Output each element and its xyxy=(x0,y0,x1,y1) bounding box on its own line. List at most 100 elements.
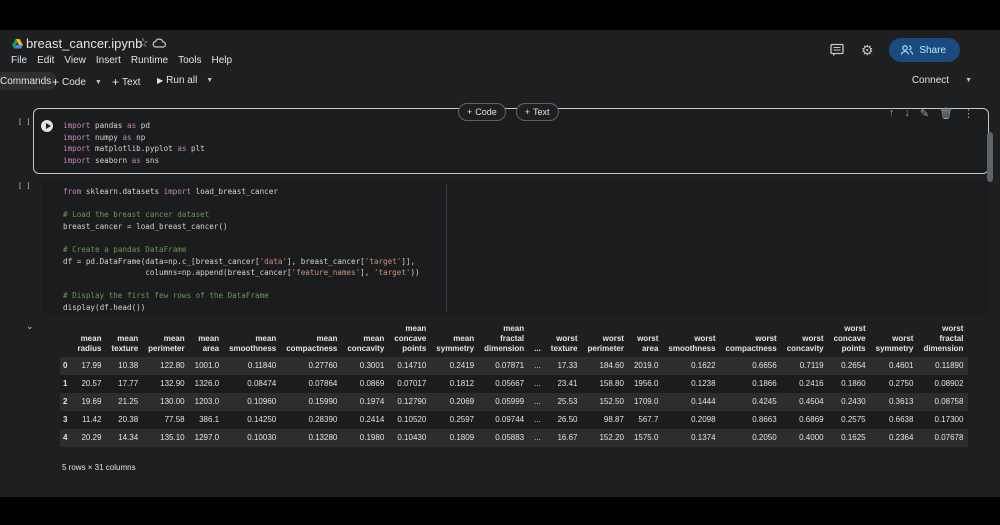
connect-button[interactable]: Connect ▼ xyxy=(912,75,972,86)
table-row: 4 20.29 14.34 135.10 1297.0 0.10030 0.13280 0.1… xyxy=(60,429,969,447)
chevron-down-icon[interactable]: ▼ xyxy=(206,77,213,84)
column-header: worst texture xyxy=(550,334,578,353)
table-cell: 0.1625 xyxy=(828,429,871,447)
add-text-button[interactable]: + Text xyxy=(112,75,140,89)
column-header: worst area xyxy=(637,334,659,353)
table-cell: 26.50 xyxy=(545,411,583,429)
column-header: worst smoothness xyxy=(668,334,716,353)
collapse-output-icon[interactable]: ⌄ xyxy=(26,321,34,332)
dataframe-output: mean radius mean texture mean perimeter mea… xyxy=(60,324,989,464)
column-header: mean concavity xyxy=(347,334,385,353)
table-cell: 0.2364 xyxy=(870,429,919,447)
table-body: 0 17.99 10.38 122.80 1001.0 0.11840 0.27760 0.3… xyxy=(60,357,969,447)
table-cell: 0.27760 xyxy=(281,357,343,375)
table-cell: 1001.0 xyxy=(189,357,225,375)
insert-code-label: Code xyxy=(475,107,497,117)
run-all-button[interactable]: ▶ Run all ▼ xyxy=(157,75,213,86)
cloud-icon[interactable] xyxy=(152,38,166,48)
editor-divider xyxy=(446,184,447,312)
menu-runtime[interactable]: Runtime xyxy=(131,55,168,66)
menu-help[interactable]: Help xyxy=(211,55,232,66)
row-index: 0 xyxy=(60,357,73,375)
table-cell: 10.38 xyxy=(106,357,144,375)
table-cell: 0.15990 xyxy=(281,393,343,411)
table-cell: 0.4601 xyxy=(870,357,919,375)
column-header: mean compactness xyxy=(286,334,338,353)
table-cell: 0.1980 xyxy=(342,429,390,447)
comment-icon[interactable] xyxy=(829,42,845,58)
column-header: mean symmetry xyxy=(436,334,475,353)
insert-text-button[interactable]: + Text xyxy=(515,103,559,121)
column-header: mean area xyxy=(198,334,220,353)
table-cell: 0.05999 xyxy=(479,393,530,411)
menu-edit[interactable]: Edit xyxy=(37,55,54,66)
table-cell: 1956.0 xyxy=(628,375,664,393)
notebook-title[interactable]: breast_cancer.ipynb xyxy=(26,36,142,51)
move-down-icon[interactable]: ↓ xyxy=(904,107,910,120)
table-cell: 0.3001 xyxy=(342,357,390,375)
table-cell: 1326.0 xyxy=(189,375,225,393)
table-cell: 0.11840 xyxy=(224,357,282,375)
table-cell: ... xyxy=(529,429,546,447)
menu-file[interactable]: File xyxy=(11,55,27,66)
edit-icon[interactable]: ✎ xyxy=(920,107,929,120)
settings-gear-icon[interactable]: ⚙ xyxy=(859,42,875,58)
table-cell: 0.08758 xyxy=(918,393,969,411)
table-cell: 0.1860 xyxy=(828,375,871,393)
table-cell: 0.10960 xyxy=(224,393,282,411)
chevron-down-icon[interactable]: ▼ xyxy=(95,79,102,86)
table-cell: 0.17300 xyxy=(918,411,969,429)
table-cell: 0.8663 xyxy=(720,411,782,429)
share-label: Share xyxy=(919,44,946,56)
table-cell: 0.6869 xyxy=(781,411,829,429)
play-icon: ▶ xyxy=(157,76,164,85)
commands-label: Commands xyxy=(0,75,52,87)
run-cell-button[interactable] xyxy=(41,120,53,132)
table-row: 1 20.57 17.77 132.90 1326.0 0.08474 0.07864 0.0… xyxy=(60,375,969,393)
delete-icon[interactable]: 🗑 xyxy=(939,107,953,120)
plus-icon: + xyxy=(467,107,473,117)
notebook-area: + Code + Text ↑ ↓ ✎ 🗑 ⋮ [ ] import pandas … xyxy=(8,98,994,497)
menu-tools[interactable]: Tools xyxy=(178,55,201,66)
table-cell: 0.2069 xyxy=(431,393,480,411)
chevron-down-icon[interactable]: ▼ xyxy=(965,77,972,84)
table-cell: 0.05667 xyxy=(479,375,530,393)
table-cell: 0.14710 xyxy=(389,357,432,375)
table-cell: 184.60 xyxy=(582,357,629,375)
column-header: mean smoothness xyxy=(229,334,277,353)
execution-count: [ ] xyxy=(18,118,31,126)
vertical-scrollbar[interactable] xyxy=(987,132,993,182)
menu-view[interactable]: View xyxy=(64,55,86,66)
row-index: 3 xyxy=(60,411,73,429)
commands-button[interactable]: Commands xyxy=(0,72,58,90)
table-cell: 0.1374 xyxy=(663,429,721,447)
column-header: worst concave points xyxy=(833,324,866,353)
table-cell: 0.10030 xyxy=(224,429,282,447)
add-code-button[interactable]: + Code ▼ xyxy=(52,75,102,89)
table-cell: 0.0869 xyxy=(342,375,390,393)
plus-icon: + xyxy=(524,107,531,117)
code-editor[interactable]: import pandas as pd import numpy as np i… xyxy=(63,120,205,166)
table-cell: 0.2575 xyxy=(828,411,871,429)
menu-insert[interactable]: Insert xyxy=(96,55,121,66)
share-button[interactable]: Share xyxy=(889,38,960,62)
table-cell: 0.1809 xyxy=(431,429,480,447)
insert-code-button[interactable]: + Code xyxy=(458,103,506,121)
column-header: mean concave points xyxy=(394,324,427,353)
code-editor[interactable]: from sklearn.datasets import load_breast… xyxy=(63,186,420,314)
table-cell: ... xyxy=(529,393,546,411)
table-cell: 567.7 xyxy=(628,411,664,429)
table-cell: 0.6656 xyxy=(720,357,782,375)
table-cell: 0.2430 xyxy=(828,393,871,411)
add-code-label: Code xyxy=(62,76,86,88)
column-header: ... xyxy=(534,344,541,353)
column-header: mean fractal dimension xyxy=(484,324,525,353)
star-icon[interactable]: ☆ xyxy=(137,35,149,51)
table-cell: 0.28390 xyxy=(281,411,343,429)
table-cell: 1297.0 xyxy=(189,429,225,447)
more-options-icon[interactable]: ⋮ xyxy=(963,107,974,120)
move-up-icon[interactable]: ↑ xyxy=(889,107,895,120)
header-actions: ⚙ Share xyxy=(829,38,960,62)
table-cell: 135.10 xyxy=(143,429,190,447)
table-cell: 0.1622 xyxy=(663,357,721,375)
